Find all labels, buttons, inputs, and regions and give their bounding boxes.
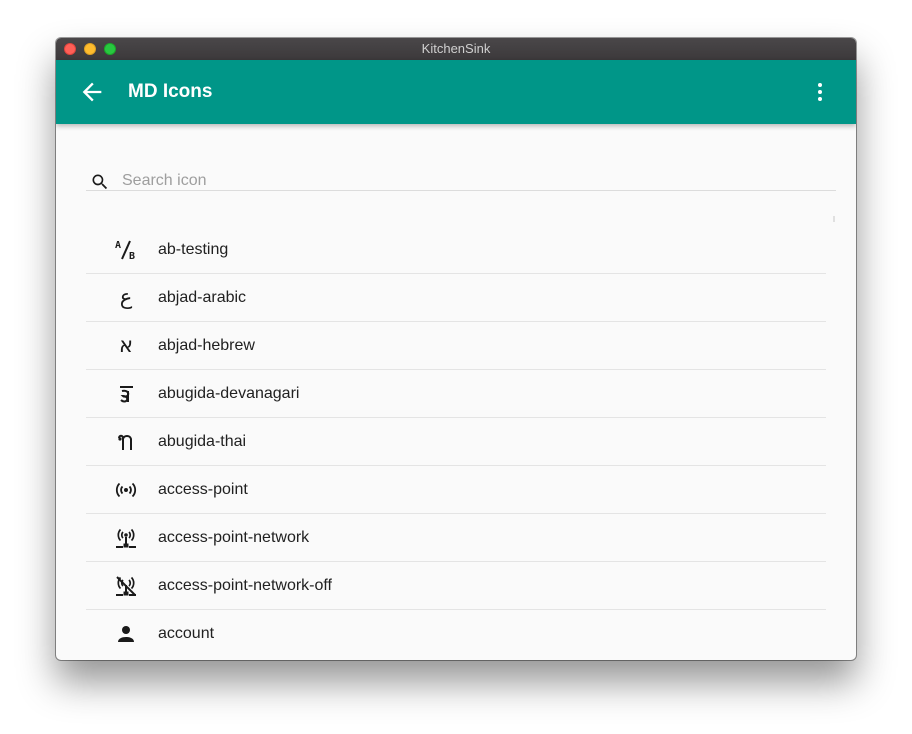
abjad-hebrew-icon: א — [118, 333, 134, 357]
window-title: KitchenSink — [421, 41, 491, 56]
list-item[interactable]: א abjad-hebrew — [86, 322, 826, 370]
list-item[interactable]: ع abjad-arabic — [86, 274, 826, 322]
page-title: MD Icons — [128, 81, 213, 102]
icon-name: abjad-arabic — [158, 289, 247, 306]
access-point-network-off-icon — [114, 574, 138, 598]
svg-text:A: A — [115, 240, 121, 251]
back-button[interactable] — [78, 78, 106, 106]
list-item[interactable]: account — [86, 610, 826, 657]
list-item[interactable]: access-point-network-off — [86, 562, 826, 610]
icon-name: abugida-thai — [158, 433, 247, 450]
scrollbar-thumb[interactable] — [833, 216, 835, 222]
list-item[interactable]: abugida-devanagari — [86, 370, 826, 418]
dots-vertical-icon — [818, 83, 822, 101]
list-item[interactable]: A B ab-testing — [86, 226, 826, 274]
arrow-left-icon — [82, 82, 102, 102]
icon-name: access-point-network — [158, 529, 310, 546]
icon-name: abjad-hebrew — [158, 337, 255, 354]
app-window: KitchenSink MD Icons A — [56, 38, 856, 660]
list-item[interactable]: access-point — [86, 466, 826, 514]
icon-name: account — [158, 625, 215, 642]
title-bar: KitchenSink — [56, 38, 856, 61]
search-underline — [86, 190, 836, 191]
icon-name: access-point-network-off — [158, 577, 332, 594]
access-point-network-icon — [114, 526, 138, 550]
magnify-icon — [92, 174, 108, 190]
list-item[interactable]: access-point-network — [86, 514, 826, 562]
icon-name: access-point — [158, 481, 248, 498]
icon-name: ab-testing — [158, 241, 229, 258]
access-point-icon — [114, 478, 138, 502]
account-icon — [114, 622, 138, 646]
abugida-devanagari-icon — [114, 382, 138, 406]
icon-name: abugida-devanagari — [158, 385, 300, 402]
svg-text:B: B — [129, 251, 135, 262]
app-bar: MD Icons — [56, 60, 856, 124]
list-item[interactable]: abugida-thai — [86, 418, 826, 466]
overflow-menu-button[interactable] — [808, 78, 832, 106]
icon-list: A B ab-testing ع abjad-arabic א abjad-he… — [86, 226, 826, 657]
ab-testing-icon: A B — [114, 238, 138, 262]
abugida-thai-icon — [114, 430, 138, 454]
abjad-arabic-icon: ع — [119, 285, 133, 309]
